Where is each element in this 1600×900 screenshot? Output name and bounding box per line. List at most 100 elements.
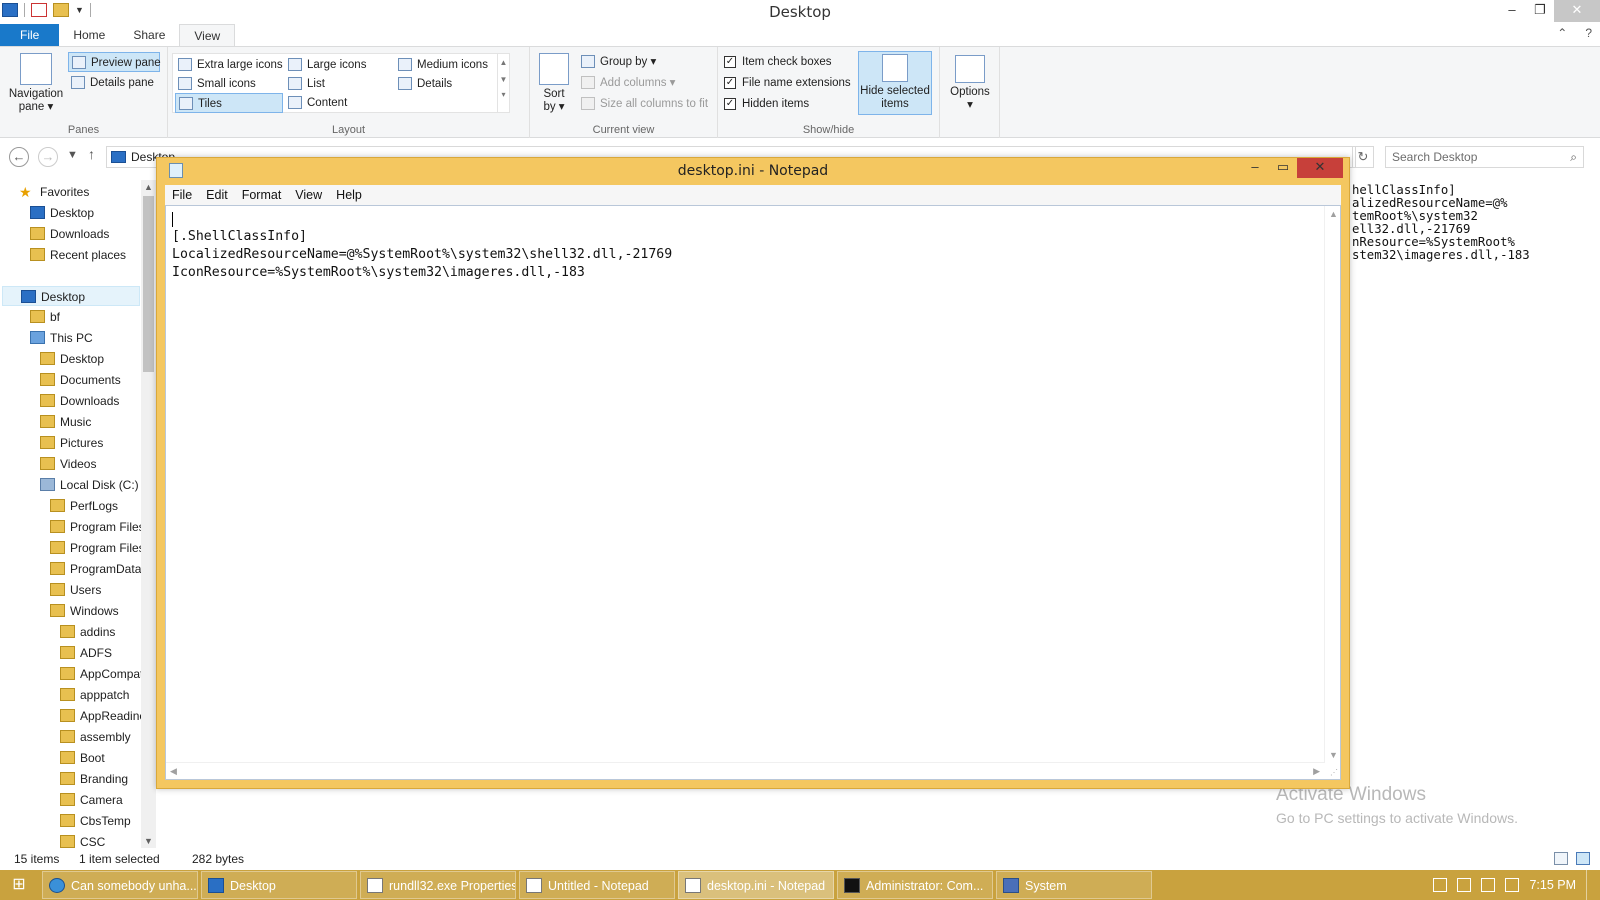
minimize-button[interactable]: – bbox=[1241, 158, 1269, 178]
navigation-pane-button[interactable]: Navigation pane ▾ bbox=[6, 53, 66, 114]
nav-documents[interactable]: Documents bbox=[38, 370, 121, 390]
nav-bf[interactable]: bf bbox=[28, 307, 60, 327]
layout-medium-icons[interactable]: Medium icons bbox=[395, 55, 488, 75]
taskbar-button[interactable]: Desktop bbox=[201, 871, 357, 899]
flag-icon[interactable] bbox=[1457, 878, 1472, 892]
start-button[interactable]: ⊞ bbox=[0, 870, 38, 900]
layout-extra-large-icons[interactable]: Extra large icons bbox=[175, 55, 283, 75]
nav-videos[interactable]: Videos bbox=[38, 454, 96, 474]
nav-local-disk[interactable]: Local Disk (C:) bbox=[38, 475, 139, 495]
size-columns-button[interactable]: Size all columns to fit bbox=[578, 94, 708, 114]
search-input[interactable]: Search Desktop ⌕ bbox=[1385, 146, 1584, 168]
minimize-ribbon-icon[interactable]: ⌃ bbox=[1557, 26, 1567, 40]
action-center-icon[interactable] bbox=[1433, 878, 1448, 892]
nav-favorites-desktop[interactable]: Desktop bbox=[28, 203, 94, 223]
layout-list[interactable]: List bbox=[285, 74, 325, 94]
nav-adfs[interactable]: ADFS bbox=[58, 643, 112, 663]
layout-details[interactable]: Details bbox=[395, 74, 452, 94]
group-by-button[interactable]: Group by ▾ bbox=[578, 52, 656, 72]
chevron-right-icon[interactable]: ▶ bbox=[1313, 766, 1320, 777]
resize-grip-icon[interactable]: ⋰ bbox=[1330, 768, 1338, 777]
layout-tiles[interactable]: Tiles bbox=[175, 93, 283, 113]
file-name-extensions-checkbox[interactable]: ✓ File name extensions bbox=[722, 73, 851, 93]
nav-branding[interactable]: Branding bbox=[58, 769, 128, 789]
notepad-horizontal-scrollbar[interactable]: ◀ ▶ bbox=[166, 762, 1324, 779]
layout-large-icons[interactable]: Large icons bbox=[285, 55, 366, 75]
nav-camera[interactable]: Camera bbox=[58, 790, 123, 810]
scrollbar-thumb[interactable] bbox=[143, 196, 154, 372]
search-icon[interactable]: ⌕ bbox=[1570, 147, 1577, 167]
chevron-down-icon[interactable]: ▼ bbox=[498, 75, 509, 84]
notepad-text-area[interactable]: [.ShellClassInfo] LocalizedResourceName=… bbox=[165, 205, 1341, 780]
nav-favorites[interactable]: ★ Favorites bbox=[18, 182, 89, 202]
hidden-items-checkbox[interactable]: ✓ Hidden items bbox=[722, 94, 809, 114]
menu-view[interactable]: View bbox=[288, 185, 329, 205]
nav-pc-desktop[interactable]: Desktop bbox=[38, 349, 104, 369]
preview-pane-button[interactable]: Preview pane bbox=[68, 52, 161, 72]
menu-help[interactable]: Help bbox=[329, 185, 369, 205]
nav-users[interactable]: Users bbox=[48, 580, 101, 600]
nav-appcompat[interactable]: AppCompat bbox=[58, 664, 143, 684]
taskbar-button[interactable]: Can somebody unha... bbox=[42, 871, 198, 899]
nav-program-files[interactable]: Program Files bbox=[48, 517, 145, 537]
add-columns-button[interactable]: Add columns ▾ bbox=[578, 73, 675, 93]
layout-gallery-scroller[interactable]: ▲ ▼ ▾ bbox=[497, 54, 509, 112]
close-button[interactable]: ✕ bbox=[1297, 158, 1343, 178]
layout-content[interactable]: Content bbox=[285, 93, 347, 113]
nav-downloads[interactable]: Downloads bbox=[38, 391, 119, 411]
forward-button[interactable]: → bbox=[38, 147, 58, 167]
refresh-button[interactable]: ↻ bbox=[1352, 146, 1374, 168]
up-button[interactable]: ↑ bbox=[88, 146, 95, 162]
minimize-button[interactable]: – bbox=[1498, 0, 1526, 22]
clock[interactable]: 7:15 PM bbox=[1529, 878, 1576, 892]
nav-windows[interactable]: Windows bbox=[48, 601, 119, 621]
close-button[interactable]: ✕ bbox=[1554, 0, 1600, 22]
tab-home[interactable]: Home bbox=[59, 24, 119, 46]
nav-program-files-x86[interactable]: Program Files bbox=[48, 538, 145, 558]
nav-csc[interactable]: CSC bbox=[58, 832, 105, 848]
menu-edit[interactable]: Edit bbox=[199, 185, 235, 205]
nav-perflogs[interactable]: PerfLogs bbox=[48, 496, 118, 516]
details-view-icon[interactable] bbox=[1554, 852, 1568, 865]
hide-selected-items-button[interactable]: Hide selected items bbox=[858, 51, 932, 115]
show-desktop-button[interactable] bbox=[1586, 870, 1592, 900]
sort-by-button[interactable]: Sort by ▾ bbox=[536, 53, 572, 114]
taskbar-button[interactable]: rundll32.exe Properties bbox=[360, 871, 516, 899]
nav-music[interactable]: Music bbox=[38, 412, 91, 432]
network-icon[interactable] bbox=[1505, 878, 1520, 892]
taskbar-button[interactable]: desktop.ini - Notepad bbox=[678, 871, 834, 899]
nav-addins[interactable]: addins bbox=[58, 622, 115, 642]
nav-this-pc[interactable]: This PC bbox=[28, 328, 93, 348]
chevron-up-icon[interactable]: ▲ bbox=[1329, 209, 1338, 219]
notepad-vertical-scrollbar[interactable]: ▲ ▼ bbox=[1324, 206, 1340, 763]
expand-gallery-icon[interactable]: ▾ bbox=[498, 90, 509, 99]
nav-boot[interactable]: Boot bbox=[58, 748, 105, 768]
chevron-down-icon[interactable]: ▼ bbox=[141, 836, 156, 846]
chevron-up-icon[interactable]: ▲ bbox=[498, 58, 509, 67]
menu-file[interactable]: File bbox=[165, 185, 199, 205]
nav-programdata[interactable]: ProgramData bbox=[48, 559, 141, 579]
back-button[interactable]: ← bbox=[9, 147, 29, 167]
taskbar-button[interactable]: Administrator: Com... bbox=[837, 871, 993, 899]
navigation-pane-scrollbar[interactable]: ▲ ▼ bbox=[141, 180, 156, 848]
options-button[interactable]: Options ▾ bbox=[946, 55, 994, 112]
maximize-button[interactable]: ▭ bbox=[1269, 158, 1297, 178]
nav-favorites-downloads[interactable]: Downloads bbox=[28, 224, 109, 244]
chevron-left-icon[interactable]: ◀ bbox=[170, 766, 177, 777]
menu-format[interactable]: Format bbox=[235, 185, 289, 205]
volume-icon[interactable] bbox=[1481, 878, 1496, 892]
tab-view[interactable]: View bbox=[179, 24, 236, 46]
item-check-boxes-checkbox[interactable]: ✓ Item check boxes bbox=[722, 52, 831, 72]
recent-locations-button[interactable]: ▼ bbox=[67, 149, 78, 161]
taskbar-button[interactable]: System bbox=[996, 871, 1152, 899]
nav-apppatch[interactable]: apppatch bbox=[58, 685, 129, 705]
nav-desktop-root[interactable]: Desktop bbox=[2, 286, 140, 306]
tab-share[interactable]: Share bbox=[119, 24, 179, 46]
large-icons-view-icon[interactable] bbox=[1576, 852, 1590, 865]
details-pane-button[interactable]: Details pane bbox=[68, 73, 154, 93]
help-icon[interactable]: ? bbox=[1585, 26, 1592, 40]
layout-small-icons[interactable]: Small icons bbox=[175, 74, 256, 94]
chevron-down-icon[interactable]: ▼ bbox=[1329, 750, 1338, 760]
nav-assembly[interactable]: assembly bbox=[58, 727, 131, 747]
chevron-up-icon[interactable]: ▲ bbox=[141, 182, 156, 192]
